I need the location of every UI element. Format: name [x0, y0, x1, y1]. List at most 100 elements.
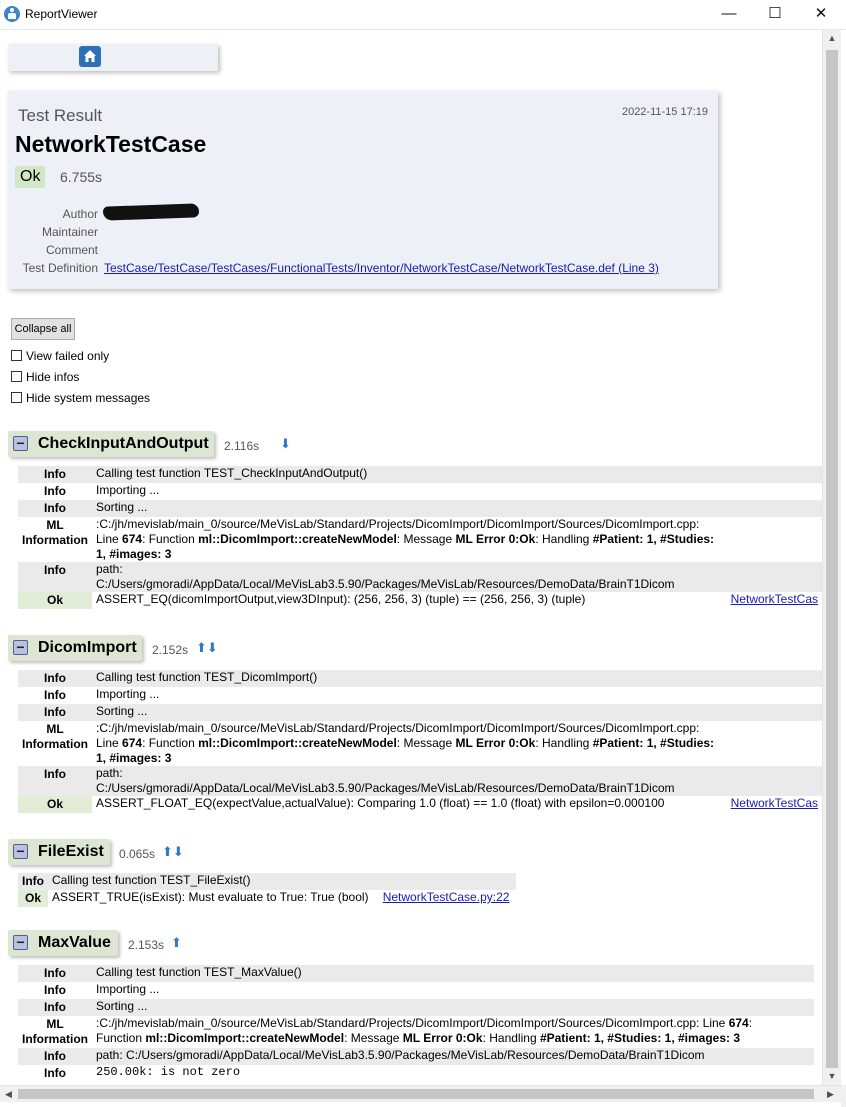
test-definition-label: Test Definition [22, 261, 98, 275]
report-content: Test Result 2022-11-15 17:19 NetworkTest… [0, 30, 822, 1085]
window-titlebar: ReportViewer — ☐ ✕ [0, 0, 846, 30]
log-level: Info [44, 1066, 66, 1080]
log-row: Info Calling test function TEST_DicomImpo… [18, 670, 822, 687]
log-message: path: C:/Users/gmoradi/AppData/Local/MeV… [92, 1048, 814, 1065]
collapse-all-button[interactable]: Collapse all [11, 318, 75, 340]
log-level: Ok [18, 592, 92, 609]
log-level: Info [18, 1048, 92, 1065]
log-message: Sorting ... [92, 500, 822, 517]
log-source-cell: NetworkTestCas [705, 592, 822, 609]
redacted-author [102, 203, 200, 221]
log-level: Info [18, 766, 92, 796]
log-row: Info Importing ... [18, 982, 814, 999]
log-source-cell: NetworkTestCase.py:22 [379, 890, 516, 907]
arrow-down-icon[interactable]: ⬇ [280, 436, 291, 452]
log-level: Info [18, 500, 92, 517]
log-message: path: C:/Users/gmoradi/AppData/Local/MeVi… [92, 562, 822, 592]
home-toolbar [8, 44, 218, 71]
section-title: MaxValue [38, 934, 111, 951]
close-button[interactable]: ✕ [798, 0, 844, 28]
scrollbar-corner [841, 1085, 846, 1107]
home-button[interactable] [79, 46, 101, 67]
test-result-card: Test Result 2022-11-15 17:19 NetworkTest… [8, 91, 718, 289]
log-message: ASSERT_EQ(dicomImportOutput,view3DInput)… [96, 592, 586, 606]
collapse-section-icon[interactable]: − [13, 640, 28, 655]
log-level: Info [18, 965, 92, 982]
section-title-pill: − DicomImport [8, 635, 142, 661]
log-message: Importing ... [96, 982, 160, 996]
section-log-checkinputandoutput: Info Calling test function TEST_CheckInpu… [18, 466, 822, 609]
log-row: Info Sorting ... [18, 500, 822, 517]
log-row: Info Calling test function TEST_MaxValue(… [18, 965, 814, 982]
log-level: Info [18, 562, 92, 592]
log-message: Calling test function TEST_MaxValue() [92, 965, 814, 982]
maximize-button[interactable]: ☐ [752, 0, 798, 28]
log-message: :C:/jh/mevislab/main_0/source/MeVisLab/S… [96, 1016, 753, 1045]
log-message: :C:/jh/mevislab/main_0/source/MeVisLab/S… [96, 721, 715, 765]
log-row: ML Information :C:/jh/mevislab/main_0/so… [18, 721, 822, 766]
minimize-button[interactable]: — [706, 0, 752, 28]
log-row: Info Calling test function TEST_CheckInpu… [18, 466, 822, 483]
home-icon [84, 50, 96, 62]
log-row: Info path: C:/Users/gmoradi/AppData/Local… [18, 766, 822, 796]
log-row: Info Importing ... [18, 483, 822, 500]
scroll-right-icon[interactable]: ▶ [822, 1086, 839, 1102]
log-level: Info [18, 670, 92, 687]
log-level: Info [18, 466, 92, 483]
log-message: 250.00k: is not zero [96, 1065, 241, 1079]
result-date: 2022-11-15 17:19 [621, 106, 708, 118]
test-case-title: NetworkTestCase [15, 131, 207, 157]
checkbox-box[interactable] [11, 392, 22, 403]
window-title: ReportViewer [25, 7, 98, 21]
arrow-up-down-icon[interactable]: ⬆⬇ [196, 640, 218, 656]
log-level: Info [44, 983, 66, 997]
source-link[interactable]: NetworkTestCase.py:22 [383, 890, 510, 904]
scroll-down-icon[interactable]: ▼ [823, 1068, 841, 1085]
source-link[interactable]: NetworkTestCas [731, 592, 818, 606]
section-title: CheckInputAndOutput [38, 435, 209, 452]
log-level: ML Information [22, 1017, 88, 1046]
scroll-up-icon[interactable]: ▲ [823, 30, 841, 47]
log-row: Info 250.00k: is not zero [18, 1065, 814, 1082]
section-title-pill: − FileExist [8, 839, 110, 865]
checkbox-label: Hide infos [26, 370, 80, 384]
vertical-scrollbar[interactable]: ▲ ▼ [822, 30, 841, 1085]
vertical-scroll-thumb[interactable] [826, 50, 838, 1068]
result-heading: Test Result [18, 106, 103, 125]
log-level: ML Information [22, 722, 88, 751]
maintainer-label: Maintainer [41, 225, 98, 239]
test-definition-link[interactable]: TestCase/TestCase/TestCases/FunctionalTe… [104, 261, 659, 275]
collapse-section-icon[interactable]: − [13, 436, 28, 451]
arrow-up-icon[interactable]: ⬆ [171, 935, 182, 951]
checkbox-label: Hide system messages [26, 391, 151, 405]
log-message: ASSERT_TRUE(isExist): Must evaluate to T… [52, 890, 369, 904]
collapse-section-icon[interactable]: − [13, 935, 28, 950]
arrow-up-down-icon[interactable]: ⬆⬇ [162, 844, 184, 860]
log-level: Info [18, 704, 92, 721]
section-title: FileExist [38, 843, 104, 860]
log-level: Info [18, 999, 92, 1016]
author-label: Author [62, 207, 98, 221]
log-message: Calling test function TEST_FileExist() [48, 873, 516, 890]
horizontal-scrollbar[interactable]: ◀ ▶ [0, 1085, 841, 1102]
log-row: Info Sorting ... [18, 704, 822, 721]
log-row: Ok ASSERT_FLOAT_EQ(expectValue,actualVal… [18, 796, 822, 813]
log-source-cell: NetworkTestCas [718, 796, 822, 813]
section-title-pill: − MaxValue [8, 930, 118, 956]
log-level: Info [44, 688, 66, 702]
log-message: Sorting ... [92, 704, 822, 721]
checkbox-box[interactable] [11, 371, 22, 382]
collapse-section-icon[interactable]: − [13, 844, 28, 859]
scroll-left-icon[interactable]: ◀ [0, 1086, 17, 1102]
log-level: Info [44, 484, 66, 498]
log-message: Importing ... [96, 687, 160, 701]
checkbox-box[interactable] [11, 350, 22, 361]
section-log-fileexist: Info Calling test function TEST_FileExist… [18, 873, 516, 907]
log-level: Ok [18, 796, 92, 813]
section-title-pill: − CheckInputAndOutput [8, 431, 214, 457]
horizontal-scroll-thumb[interactable] [18, 1089, 814, 1099]
log-level: Ok [18, 890, 48, 907]
section-duration: 2.152s [152, 643, 189, 657]
source-link[interactable]: NetworkTestCas [731, 796, 818, 810]
log-row: Info path: C:/Users/gmoradi/AppData/Local… [18, 562, 822, 592]
